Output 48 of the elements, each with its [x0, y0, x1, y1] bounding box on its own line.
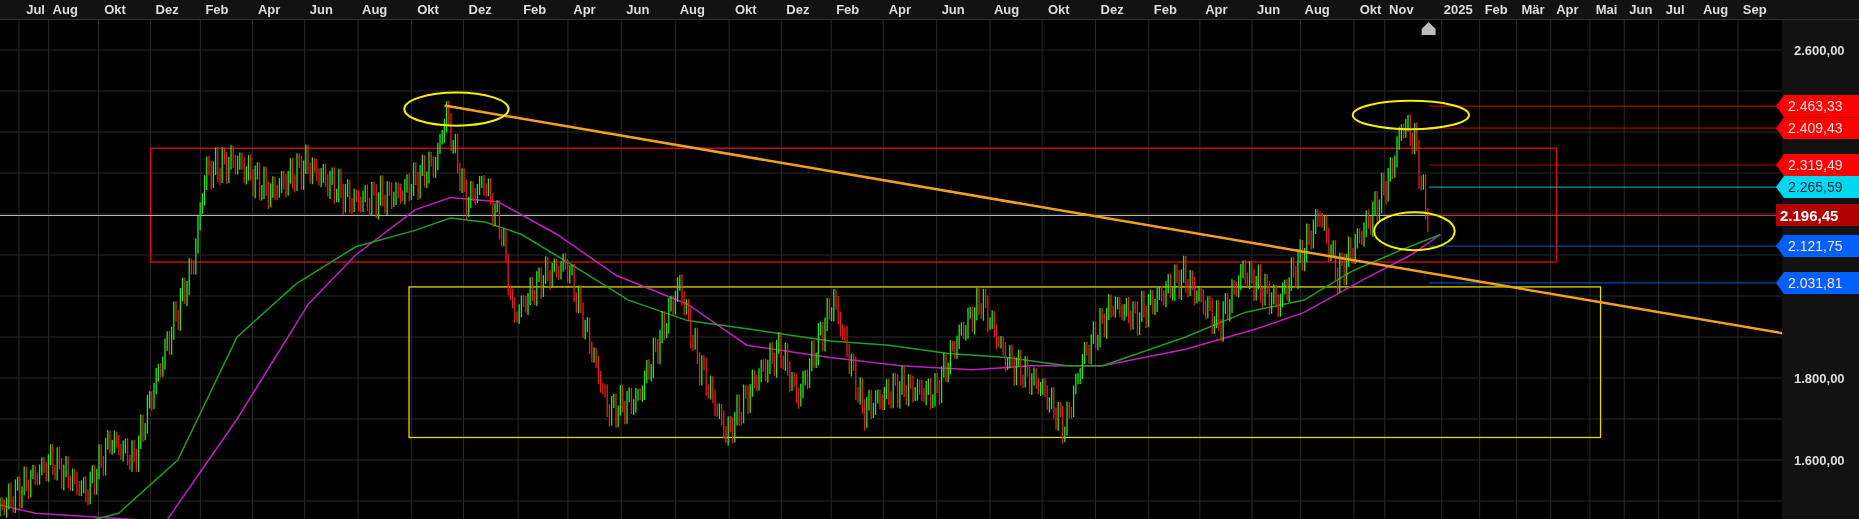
price-tag: 2.121,75	[1776, 235, 1859, 258]
price-axis-label: 1.800,00	[1794, 370, 1845, 386]
time-axis-label: Dez	[468, 2, 492, 17]
time-axis-label: Okt	[104, 2, 126, 17]
time-axis-label: Feb	[205, 2, 229, 17]
marker-icon	[1421, 22, 1436, 35]
time-axis-label: Mär	[1521, 2, 1545, 17]
price-tag: 2.463,33	[1776, 95, 1859, 118]
time-axis-label: Sep	[1742, 2, 1767, 17]
time-axis-label: Jul	[26, 2, 45, 17]
price-tag: 2.265,59	[1776, 176, 1859, 199]
time-axis-label: Aug	[1702, 2, 1729, 17]
time-axis-label: Feb	[1153, 2, 1177, 17]
time-axis-label: Nov	[1389, 2, 1414, 17]
time-axis-label: Aug	[362, 2, 388, 17]
price-axis-label: 1.600,00	[1794, 452, 1845, 468]
time-axis-label: Jun	[309, 2, 333, 17]
time-axis-label: Aug	[993, 2, 1020, 17]
time-axis-label: Okt	[417, 2, 439, 17]
time-axis-label: Apr	[888, 2, 912, 17]
time-axis-label: Jul	[1665, 2, 1685, 17]
time-axis-label: Okt	[1359, 2, 1382, 17]
time-axis-label: Feb	[836, 2, 860, 17]
time-axis-label: 2025	[1443, 2, 1473, 17]
time-axis-label: Feb	[1484, 2, 1508, 17]
time-axis-label: Aug	[1304, 2, 1330, 17]
time-axis-label: Jun	[1629, 2, 1653, 17]
time-axis-label: Jun	[941, 2, 965, 17]
time-axis-label: Mai	[1595, 2, 1618, 17]
time-axis-label: Aug	[679, 2, 705, 17]
time-axis-label: Dez	[786, 2, 810, 17]
price-tag: 2.196,45	[1776, 204, 1859, 227]
time-axis-label: Apr	[1205, 2, 1228, 17]
time-axis-label: Apr	[573, 2, 596, 17]
time-axis-label: Jun	[626, 2, 650, 17]
price-tag: 2.409,43	[1776, 117, 1859, 140]
price-tag: 2.031,81	[1776, 271, 1859, 294]
time-axis-label: Apr	[257, 2, 281, 17]
time-axis-label: Okt	[734, 2, 757, 17]
time-axis-label: Dez	[1100, 2, 1124, 17]
time-axis-label: Aug	[52, 2, 78, 17]
price-axis-label: 2.600,00	[1794, 42, 1845, 58]
time-axis-label: Dez	[155, 2, 179, 17]
time-axis-label: Jun	[1257, 2, 1281, 17]
time-axis-label: Apr	[1556, 2, 1579, 17]
time-axis-label: Feb	[523, 2, 547, 17]
price-tag: 2.319,49	[1776, 154, 1859, 176]
time-axis-label: Okt	[1047, 2, 1070, 17]
